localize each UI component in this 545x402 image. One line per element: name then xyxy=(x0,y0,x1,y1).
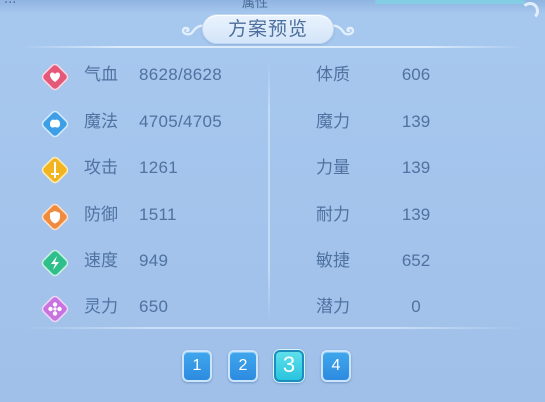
top-cut-center-text: 属性 xyxy=(242,0,269,11)
stat-value: 1511 xyxy=(139,205,177,224)
heart-icon xyxy=(40,62,70,92)
stat-label: 魔法 xyxy=(84,112,118,132)
sword-icon xyxy=(40,155,70,185)
page-button-3[interactable]: 3 xyxy=(274,350,304,382)
stat-value: 650 xyxy=(139,297,169,316)
panel-title: 方案预览 xyxy=(227,18,308,40)
scheme-preview-panel: ... 属性 方案预览 气血 8628/8628 体质 606 魔法 4705/… xyxy=(0,0,545,402)
attribute-label: 潜力 xyxy=(316,297,350,317)
speed-icon xyxy=(40,248,70,278)
attribute-value: 139 xyxy=(401,112,431,131)
mana-icon xyxy=(40,109,70,139)
stat-value: 1261 xyxy=(139,158,179,177)
attribute-value: 139 xyxy=(401,158,431,177)
attribute-value: 0 xyxy=(411,297,421,316)
attribute-label: 力量 xyxy=(316,158,350,178)
stat-value: 949 xyxy=(139,251,169,270)
page-button-1[interactable]: 1 xyxy=(182,350,212,382)
shield-icon xyxy=(40,202,70,232)
stat-label: 防御 xyxy=(84,205,118,225)
column-divider xyxy=(268,60,270,320)
stat-label: 速度 xyxy=(84,251,118,271)
attribute-value: 652 xyxy=(401,251,431,270)
attribute-label: 魔力 xyxy=(316,112,350,132)
stat-row-mp: 魔法 4705/4705 魔力 139 xyxy=(0,107,545,139)
stat-label: 灵力 xyxy=(84,297,118,317)
stat-row-spirit: 灵力 650 潜力 0 xyxy=(0,292,545,324)
attribute-label: 体质 xyxy=(316,65,350,85)
top-cut-left-text: ... xyxy=(4,0,16,7)
stat-value: 8628/8628 xyxy=(139,65,223,84)
stat-row-defense: 防御 1511 耐力 139 xyxy=(0,200,545,232)
attribute-value: 139 xyxy=(401,205,431,224)
stat-row-attack: 攻击 1261 力量 139 xyxy=(0,153,545,185)
stat-label: 攻击 xyxy=(84,158,118,178)
title-plaque: 方案预览 xyxy=(180,12,356,46)
scheme-pager: 1 2 3 4 xyxy=(0,350,545,384)
attribute-label: 敏捷 xyxy=(316,251,350,271)
bottom-divider xyxy=(20,327,525,329)
attribute-label: 耐力 xyxy=(316,205,350,225)
top-accent-bar xyxy=(375,0,525,4)
spirit-icon xyxy=(40,294,70,324)
stat-row-hp: 气血 8628/8628 体质 606 xyxy=(0,60,545,92)
title-divider xyxy=(20,46,525,48)
attribute-value: 606 xyxy=(401,65,431,84)
corner-ornament-icon xyxy=(521,2,539,20)
stat-value: 4705/4705 xyxy=(139,112,223,131)
page-button-4[interactable]: 4 xyxy=(321,350,351,382)
stat-label: 气血 xyxy=(84,65,118,85)
stat-row-speed: 速度 949 敏捷 652 xyxy=(0,246,545,278)
page-button-2[interactable]: 2 xyxy=(228,350,258,382)
